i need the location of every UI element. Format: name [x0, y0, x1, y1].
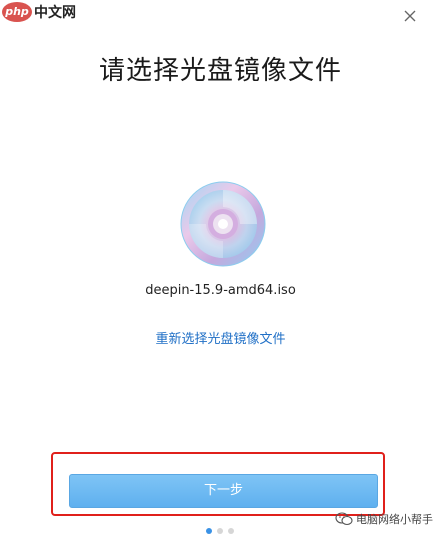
iso-file-name: deepin-15.9-amd64.iso — [145, 283, 296, 298]
page-dot-2 — [217, 528, 223, 534]
disc-icon — [180, 181, 266, 267]
reselect-iso-link[interactable]: 重新选择光盘镜像文件 — [0, 328, 441, 347]
watermark-logo-text: 中文网 — [34, 5, 76, 21]
page-dot-1 — [206, 528, 212, 534]
page-title: 请选择光盘镜像文件 — [98, 56, 342, 86]
disc-image — [180, 181, 266, 267]
watermark-logo: php 中文网 — [2, 2, 76, 22]
next-button-highlight: 下一步 — [51, 452, 385, 516]
page-dot-3 — [228, 528, 234, 534]
installer-window: php 中文网 请选择光盘镜像文件 deepin-15.9-amd64.iso … — [0, 0, 441, 542]
wechat-watermark: 电脑网络小帮手 — [335, 511, 433, 527]
close-button[interactable] — [401, 7, 419, 25]
wechat-watermark-text: 电脑网络小帮手 — [356, 513, 433, 526]
page-indicator — [206, 528, 234, 534]
next-button[interactable]: 下一步 — [69, 474, 378, 508]
wechat-icon — [335, 512, 353, 526]
close-icon — [404, 10, 416, 22]
php-logo-badge: php — [2, 2, 32, 22]
